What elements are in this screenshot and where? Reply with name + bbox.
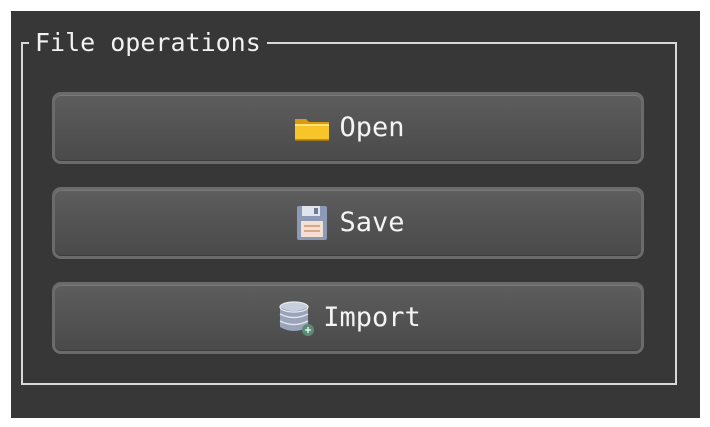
save-button[interactable]: Save (52, 187, 644, 259)
database-import-icon (275, 297, 317, 339)
save-button-content: Save (291, 202, 405, 244)
floppy-disk-icon (291, 202, 333, 244)
open-button[interactable]: Open (52, 92, 644, 164)
open-button-label: Open (339, 112, 405, 143)
import-button-label: Import (323, 302, 421, 333)
folder-icon (291, 107, 333, 149)
open-button-content: Open (291, 107, 405, 149)
save-button-label: Save (339, 207, 405, 238)
group-title: File operations (29, 27, 267, 59)
file-operations-panel: File operations Open Save Import (11, 11, 700, 418)
import-button-content: Import (275, 297, 421, 339)
import-button[interactable]: Import (52, 282, 644, 354)
